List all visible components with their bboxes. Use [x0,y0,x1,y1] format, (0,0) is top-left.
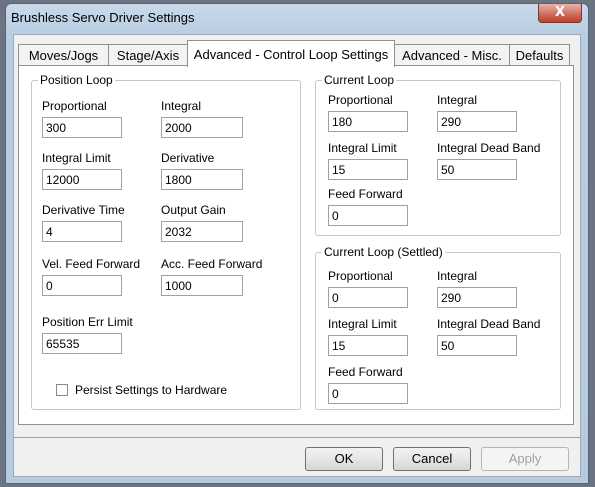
current-feed-forward-input[interactable]: 0 [328,205,408,226]
integral-limit-label: Integral Limit [328,141,397,155]
integral-limit-label: Integral Limit [328,317,397,331]
current-integral-dead-band-input[interactable]: 50 [437,159,517,180]
persist-settings-label[interactable]: Persist Settings to Hardware [75,383,227,397]
integral-dead-band-label: Integral Dead Band [437,317,541,331]
integral-label: Integral [161,99,202,113]
cancel-button[interactable]: Cancel [393,447,471,471]
persist-settings-checkbox[interactable] [56,384,68,396]
current-integral-limit-input[interactable]: 15 [328,159,408,180]
settled-integral-dead-band-input[interactable]: 50 [437,335,517,356]
position-integral-limit-input[interactable]: 12000 [42,169,122,190]
position-err-limit-input[interactable]: 65535 [42,333,122,354]
tab-stage-axis[interactable]: Stage/Axis [108,44,188,66]
integral-label: Integral [437,269,478,283]
group-title: Current Loop [322,73,397,87]
derivative-label: Derivative [161,151,215,165]
settled-integral-limit-input[interactable]: 15 [328,335,408,356]
apply-button[interactable]: Apply [481,447,569,471]
position-derivative-input[interactable]: 1800 [161,169,243,190]
integral-dead-band-label: Integral Dead Band [437,141,541,155]
tab-defaults[interactable]: Defaults [509,44,570,66]
tab-moves-jogs[interactable]: Moves/Jogs [18,44,109,66]
settled-proportional-input[interactable]: 0 [328,287,408,308]
acc-feed-forward-label: Acc. Feed Forward [161,257,263,271]
tab-panel-control-loop: Position Loop Proportional 300 Integral … [18,65,574,425]
current-loop-settled-group: Current Loop (Settled) Proportional 0 In… [315,245,561,410]
settled-integral-input[interactable]: 290 [437,287,517,308]
current-loop-group: Current Loop Proportional 180 Integral 2… [315,73,561,236]
position-acc-feed-forward-input[interactable]: 1000 [161,275,243,296]
position-loop-group: Position Loop Proportional 300 Integral … [31,73,301,410]
tab-label: Advanced - Control Loop Settings [193,47,389,62]
position-err-limit-label: Position Err Limit [42,315,133,329]
tab-label: Moves/Jogs [28,48,99,63]
group-title: Current Loop (Settled) [322,245,445,259]
settings-dialog: Brushless Servo Driver Settings X Moves/… [5,3,589,484]
position-derivative-time-input[interactable]: 4 [42,221,122,242]
position-proportional-input[interactable]: 300 [42,117,122,138]
integral-label: Integral [437,93,478,107]
output-gain-label: Output Gain [161,203,226,217]
dialog-client-area: Moves/Jogs Stage/Axis Advanced - Control… [13,34,581,477]
tab-advanced-control-loop[interactable]: Advanced - Control Loop Settings [187,40,395,67]
proportional-label: Proportional [328,93,393,107]
tab-label: Advanced - Misc. [402,48,502,63]
derivative-time-label: Derivative Time [42,203,125,217]
proportional-label: Proportional [328,269,393,283]
feed-forward-label: Feed Forward [328,187,403,201]
position-integral-input[interactable]: 2000 [161,117,243,138]
current-proportional-input[interactable]: 180 [328,111,408,132]
tab-advanced-misc[interactable]: Advanced - Misc. [394,44,510,66]
feed-forward-label: Feed Forward [328,365,403,379]
proportional-label: Proportional [42,99,107,113]
window-title: Brushless Servo Driver Settings [11,10,195,25]
title-bar[interactable]: Brushless Servo Driver Settings X [6,4,588,30]
position-vel-feed-forward-input[interactable]: 0 [42,275,122,296]
current-integral-input[interactable]: 290 [437,111,517,132]
button-separator [14,437,580,438]
integral-limit-label: Integral Limit [42,151,111,165]
vel-feed-forward-label: Vel. Feed Forward [42,257,141,271]
close-button[interactable]: X [538,4,582,23]
close-icon: X [554,5,566,20]
position-output-gain-input[interactable]: 2032 [161,221,243,242]
ok-button[interactable]: OK [305,447,383,471]
settled-feed-forward-input[interactable]: 0 [328,383,408,404]
tab-label: Stage/Axis [116,48,180,63]
group-title: Position Loop [38,73,115,87]
tab-label: Defaults [515,48,564,63]
